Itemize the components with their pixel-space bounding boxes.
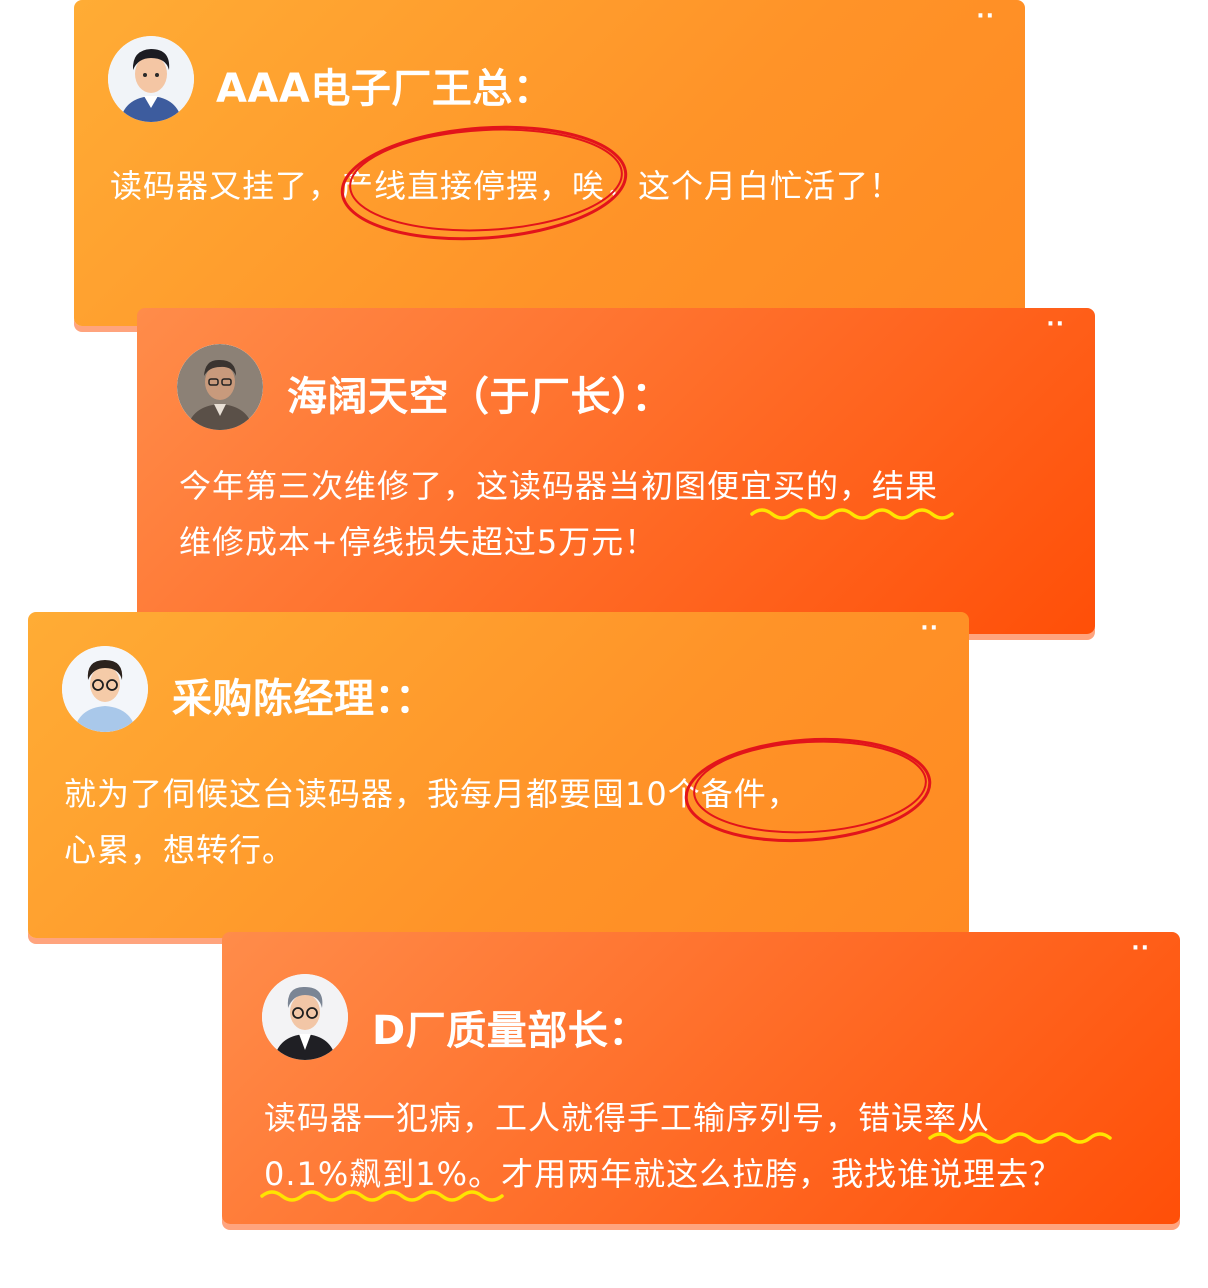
avatar — [177, 344, 263, 430]
comment-text: 读码器一犯病，工人就得手工输序列号，错误率从 0.1%飙到1%。才用两年就这么拉… — [264, 1099, 1063, 1193]
comment-text: 今年第三次维修了，这读码器当初图便宜买的，结果 维修成本+停线损失超过5万元！ — [179, 467, 939, 561]
comment-card-3: ·· 采购陈经理：： 就为了伺候这台读码器，我每月都要囤10个备件， 心累，想转… — [28, 612, 969, 938]
more-dots-icon[interactable]: ·· — [920, 618, 939, 640]
commenter-name: 海阔天空（于厂长）： — [287, 374, 672, 420]
more-dots-icon[interactable]: ·· — [976, 6, 995, 28]
commenter-name: D厂质量部长： — [372, 1008, 649, 1054]
comment-text: 就为了伺候这台读码器，我每月都要囤10个备件， 心累，想转行。 — [64, 775, 800, 869]
avatar — [108, 36, 194, 122]
commenter-name: 采购陈经理：： — [172, 676, 436, 722]
avatar — [62, 646, 148, 732]
more-dots-icon[interactable]: ·· — [1046, 314, 1065, 336]
comment-card-4: ·· D厂质量部长： 读码器一犯病，工人就得手工输序列号，错误率从 0.1%飙到… — [222, 932, 1180, 1224]
comment-text: 读码器又挂了，产线直接停摆，唉，这个月白忙活了！ — [110, 167, 903, 205]
commenter-name: AAA电子厂王总： — [216, 66, 554, 112]
comment-card-1: ·· AAA电子厂王总： 读码器又挂了，产线直接停摆，唉，这个月白忙活了！ — [74, 0, 1025, 326]
comment-card-2: ·· 海阔天空（于厂长）： 今年第三次维修了，这读码器当初图便宜买的，结果 维修… — [137, 308, 1095, 634]
avatar — [262, 974, 348, 1060]
more-dots-icon[interactable]: ·· — [1131, 938, 1150, 960]
